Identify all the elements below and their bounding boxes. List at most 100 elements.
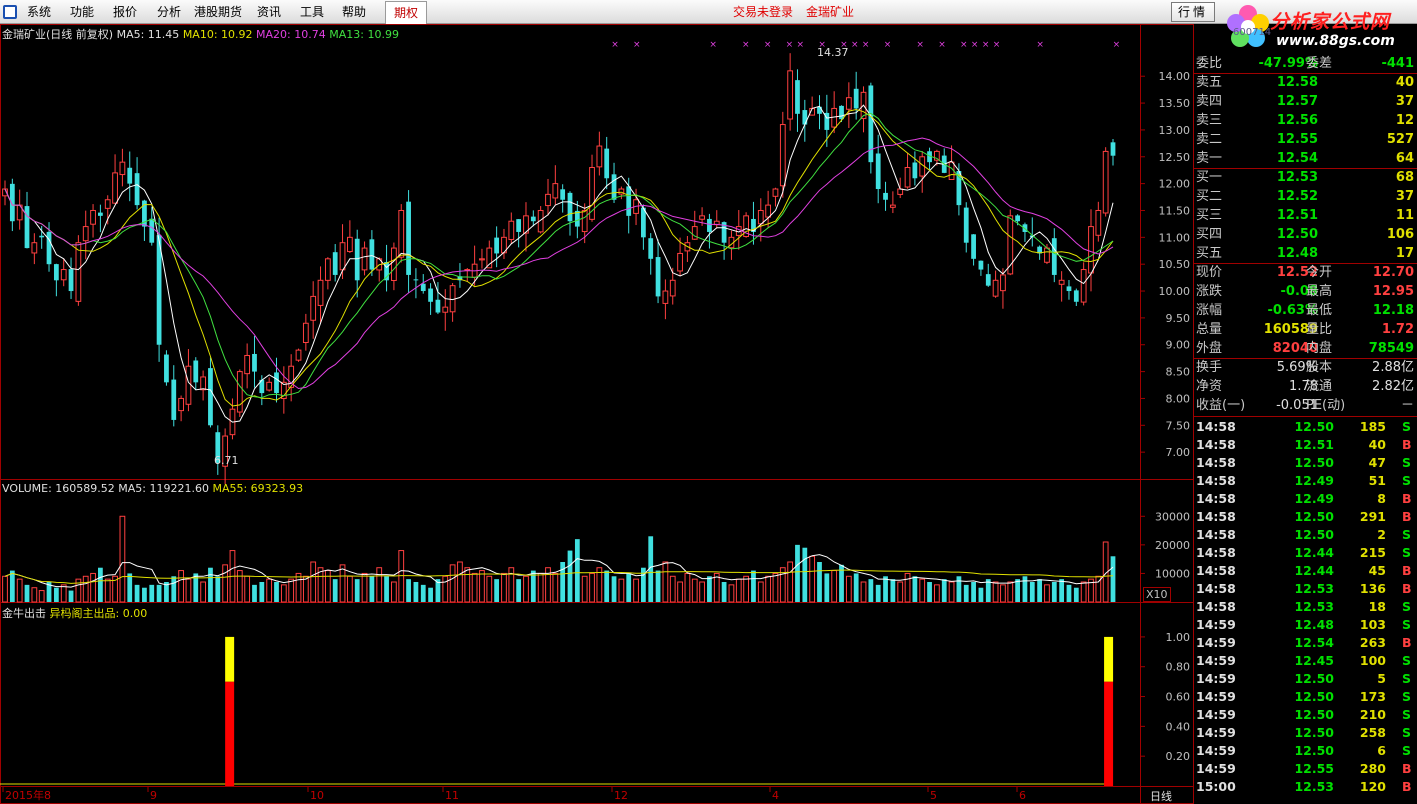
bid-price: 12.48 xyxy=(1276,246,1318,261)
candle-body xyxy=(104,199,111,209)
volume-bar xyxy=(1080,581,1087,603)
candle-body xyxy=(1015,215,1020,222)
ask-row[interactable]: 卖二 12.55 527 xyxy=(1194,130,1417,149)
tick-row: 14:59 12.55 280 B xyxy=(1194,760,1417,778)
volume-bar xyxy=(1066,584,1072,602)
tick-price: 12.53 xyxy=(1294,581,1334,596)
login-status[interactable]: 交易未登录 xyxy=(733,0,793,24)
bid-row[interactable]: 买五 12.48 17 xyxy=(1194,244,1417,263)
menu-options[interactable]: 期权 xyxy=(385,1,428,24)
menu-news[interactable]: 资讯 xyxy=(257,0,281,24)
volume-bar xyxy=(757,581,764,603)
ask-row[interactable]: 卖三 12.56 12 xyxy=(1194,111,1417,130)
volume-bar xyxy=(795,544,800,602)
tick-price: 12.55 xyxy=(1294,761,1334,776)
tick-time: 14:58 xyxy=(1196,455,1236,470)
volume-bar xyxy=(127,573,133,602)
candle-body xyxy=(171,379,177,420)
volume-bar xyxy=(817,562,822,602)
menu-tools[interactable]: 工具 xyxy=(300,0,324,24)
indicator-chart[interactable] xyxy=(0,636,1114,786)
chart-frame xyxy=(0,24,1194,804)
volume-bar xyxy=(883,576,888,602)
tick-side: S xyxy=(1402,473,1412,488)
candle-body xyxy=(772,188,779,197)
volume-bar xyxy=(824,573,830,602)
volume-bar xyxy=(662,561,669,603)
x-tick-label: 12 xyxy=(614,789,628,802)
stat-label: 总量 xyxy=(1196,322,1223,337)
candle-body xyxy=(912,162,918,179)
volume-bar xyxy=(119,515,126,603)
volume-bar xyxy=(16,578,23,603)
tick-time: 14:59 xyxy=(1196,653,1236,668)
bid-row[interactable]: 买一 12.53 68 xyxy=(1194,168,1417,187)
quote-button[interactable]: 行情 xyxy=(1171,2,1215,22)
order-diff-label: 委差 xyxy=(1306,56,1333,71)
price-chart[interactable]: × × × × × × × × × × × × × × × × × × × × xyxy=(2,40,1121,485)
signal-marker: × xyxy=(742,40,750,50)
tick-side: S xyxy=(1402,455,1412,470)
price-tick-label: 11.00 xyxy=(1159,231,1191,244)
candle-body xyxy=(889,204,896,208)
ask-row[interactable]: 卖五 12.58 40 xyxy=(1194,73,1417,92)
candle-body xyxy=(795,80,800,114)
volume-bar xyxy=(655,570,661,602)
candle-body xyxy=(545,193,551,207)
chart-area[interactable]: × × × × × × × × × × × × × × × × × × × × 14.00 13.50 13.00 12.5… xyxy=(0,24,1194,804)
price-tick-label: 11.50 xyxy=(1159,204,1191,217)
menu-quote[interactable]: 报价 xyxy=(113,0,137,24)
menu-help[interactable]: 帮助 xyxy=(342,0,366,24)
stat-label: 现价 xyxy=(1196,265,1223,280)
tick-side: B xyxy=(1402,635,1412,650)
tick-row: 14:59 12.48 103 S xyxy=(1194,616,1417,634)
ma10-line xyxy=(4,108,1114,407)
price-tick-label: 12.50 xyxy=(1159,151,1191,164)
candle-body xyxy=(479,258,485,261)
tick-row: 14:58 12.51 40 B xyxy=(1194,436,1417,454)
candle-body xyxy=(567,192,573,222)
logo-url[interactable]: www.88gs.com xyxy=(1276,33,1395,49)
menu-hk-futures[interactable]: 港股期货 xyxy=(194,0,242,24)
ma20-label: MA20: 10.74 xyxy=(256,28,326,41)
bid-row[interactable]: 买三 12.51 11 xyxy=(1194,206,1417,225)
ask-volume: 64 xyxy=(1395,151,1414,166)
bid-row[interactable]: 买二 12.52 37 xyxy=(1194,187,1417,206)
tick-price: 12.53 xyxy=(1294,779,1334,794)
candle-body xyxy=(508,220,515,240)
ask-row[interactable]: 卖一 12.54 64 xyxy=(1194,149,1417,168)
candle-body xyxy=(1058,279,1065,285)
period-label[interactable]: 日线 xyxy=(1150,788,1172,804)
bid-row[interactable]: 买四 12.50 106 xyxy=(1194,225,1417,244)
ask-row[interactable]: 卖四 12.57 37 xyxy=(1194,92,1417,111)
menu-system[interactable]: 系统 xyxy=(27,0,51,24)
ma5-label: MA5: 11.45 xyxy=(116,28,180,41)
stat-label: 今开 xyxy=(1306,265,1333,280)
candle-body xyxy=(398,209,405,258)
signal-marker: × xyxy=(971,40,979,50)
candle-body xyxy=(530,216,536,222)
tick-volume: 51 xyxy=(1368,473,1386,488)
ask-label: 卖三 xyxy=(1196,113,1223,128)
app-icon[interactable] xyxy=(3,5,17,19)
volume-bar xyxy=(236,570,243,603)
menu-function[interactable]: 功能 xyxy=(70,0,94,24)
tick-price: 12.51 xyxy=(1294,437,1334,452)
volume-chart[interactable] xyxy=(2,515,1116,603)
tick-row: 14:58 12.44 45 B xyxy=(1194,562,1417,580)
menu-analysis[interactable]: 分析 xyxy=(157,0,181,24)
signal-marker: × xyxy=(611,40,619,50)
volume-bar xyxy=(406,579,411,602)
volume-bar xyxy=(68,590,74,602)
candle-body xyxy=(845,97,852,110)
candle-body xyxy=(302,322,309,344)
volume-bar xyxy=(1059,579,1065,602)
x-tick-label: 6 xyxy=(1019,789,1026,802)
volume-bar xyxy=(611,576,617,602)
volume-bar xyxy=(581,575,588,603)
volume-bar xyxy=(215,576,221,602)
stat-value: 78549 xyxy=(1368,341,1414,356)
tick-time: 15:00 xyxy=(1196,779,1236,794)
bid-price: 12.50 xyxy=(1276,227,1318,242)
candle-body xyxy=(691,226,698,240)
